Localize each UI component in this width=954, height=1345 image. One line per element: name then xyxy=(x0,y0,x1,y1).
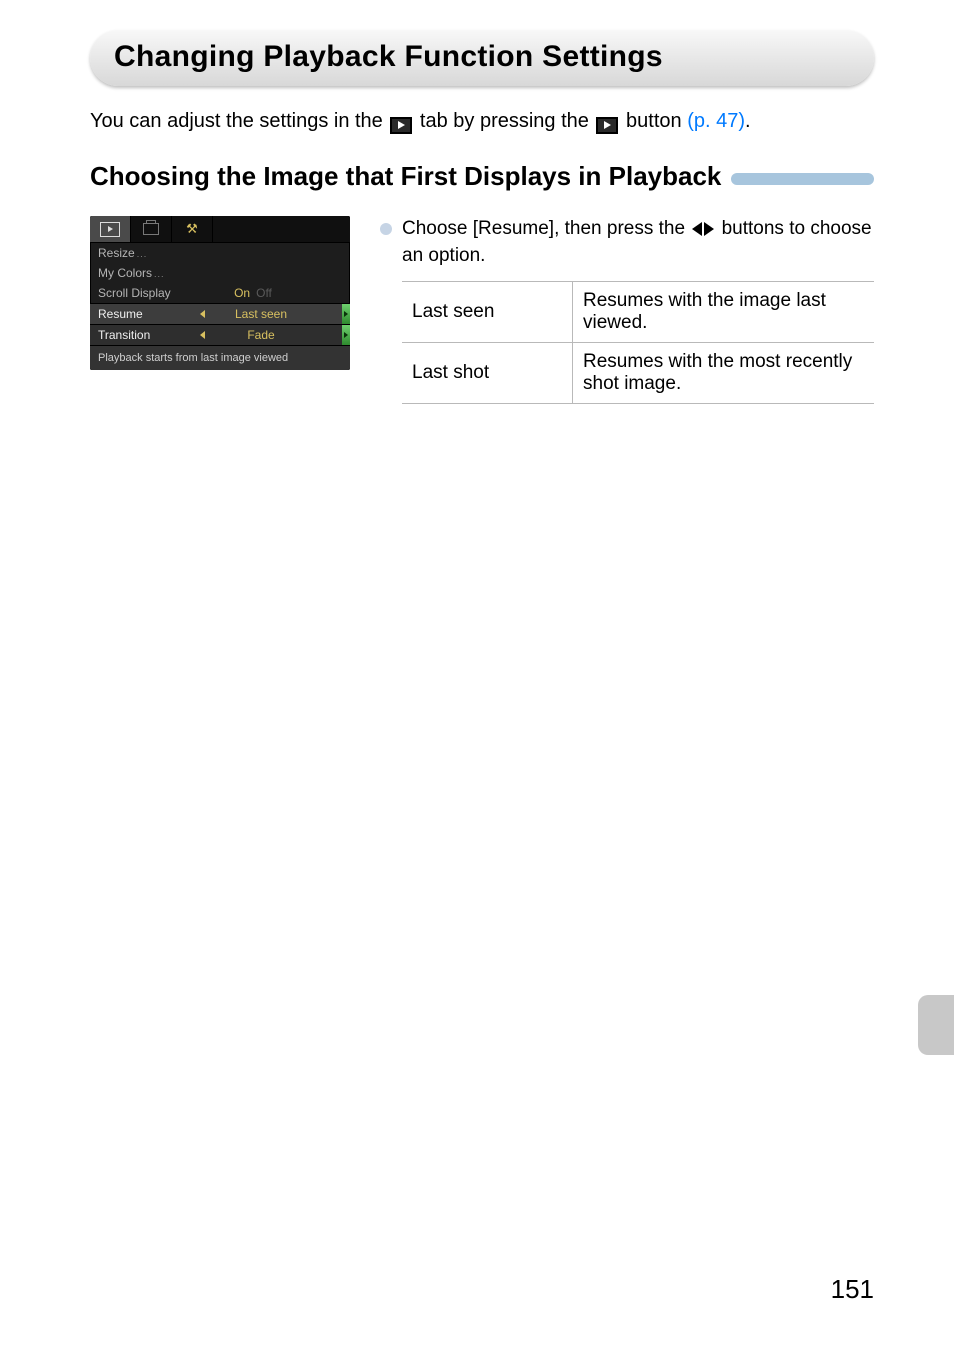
left-arrow-icon xyxy=(198,310,206,318)
option-desc: Resumes with the most recently shot imag… xyxy=(573,343,875,404)
camera-menu-row-transition: Transition Fade xyxy=(90,325,350,345)
camera-menu-row-mycolors: My Colors xyxy=(90,263,350,283)
option-name: Last seen xyxy=(402,282,573,343)
camera-menu-row-resize: Resize xyxy=(90,243,350,263)
page-title: Changing Playback Function Settings xyxy=(114,40,850,74)
playback-tab-icon xyxy=(390,117,412,134)
camera-menu-row-resume: Resume Last seen xyxy=(90,303,350,325)
camera-menu-label: My Colors xyxy=(98,266,198,280)
table-row: Last shot Resumes with the most recently… xyxy=(402,343,874,404)
page-reference-link[interactable]: (p. 47) xyxy=(687,110,745,132)
camera-tab-print xyxy=(131,216,172,242)
content-row: Resize My Colors Scroll Display OnOff Re… xyxy=(90,216,874,404)
page-number: 151 xyxy=(831,1274,874,1305)
section-heading-row: Choosing the Image that First Displays i… xyxy=(90,161,874,192)
camera-menu-value: Last seen xyxy=(206,307,316,321)
section-side-tab xyxy=(918,995,954,1055)
page-title-band: Changing Playback Function Settings xyxy=(90,30,874,86)
option-name: Last shot xyxy=(402,343,573,404)
playback-icon xyxy=(100,222,120,237)
camera-tab-playback xyxy=(90,216,131,242)
intro-mid: tab by pressing the xyxy=(420,110,595,132)
camera-menu-label: Resume xyxy=(98,307,198,321)
camera-menu-row-scrolldisplay: Scroll Display OnOff xyxy=(90,283,350,303)
camera-tab-tools xyxy=(172,216,213,242)
intro-text: You can adjust the settings in the tab b… xyxy=(90,108,874,135)
camera-menu-label: Transition xyxy=(98,328,198,342)
camera-menu-value: Fade xyxy=(206,328,316,342)
camera-menu-help: Playback starts from last image viewed xyxy=(90,345,350,370)
left-right-arrow-icon xyxy=(692,222,714,236)
table-row: Last seen Resumes with the image last vi… xyxy=(402,282,874,343)
camera-menu-label: Scroll Display xyxy=(98,286,198,300)
print-icon xyxy=(143,223,159,235)
instruction-bullet: Choose [Resume], then press the buttons … xyxy=(380,216,874,269)
intro-suffix: button xyxy=(626,110,687,132)
camera-menu-label: Resize xyxy=(98,246,198,260)
instruction-column: Choose [Resume], then press the buttons … xyxy=(380,216,874,404)
instruction-text: Choose [Resume], then press the buttons … xyxy=(402,216,874,269)
wrench-icon xyxy=(186,221,198,237)
section-heading: Choosing the Image that First Displays i… xyxy=(90,161,721,192)
option-desc: Resumes with the image last viewed. xyxy=(573,282,875,343)
intro-prefix: You can adjust the settings in the xyxy=(90,110,388,132)
intro-period: . xyxy=(745,110,751,132)
options-table: Last seen Resumes with the image last vi… xyxy=(402,281,874,404)
section-heading-bar xyxy=(731,173,874,185)
right-arrow-icon xyxy=(342,304,350,324)
playback-button-icon xyxy=(596,117,618,134)
right-arrow-icon xyxy=(342,325,350,345)
camera-menu-tabs xyxy=(90,216,350,243)
camera-menu-screenshot: Resize My Colors Scroll Display OnOff Re… xyxy=(90,216,350,370)
camera-menu-value: OnOff xyxy=(198,286,308,300)
left-arrow-icon xyxy=(198,331,206,339)
bullet-icon xyxy=(380,223,392,235)
page: Changing Playback Function Settings You … xyxy=(0,0,954,1345)
